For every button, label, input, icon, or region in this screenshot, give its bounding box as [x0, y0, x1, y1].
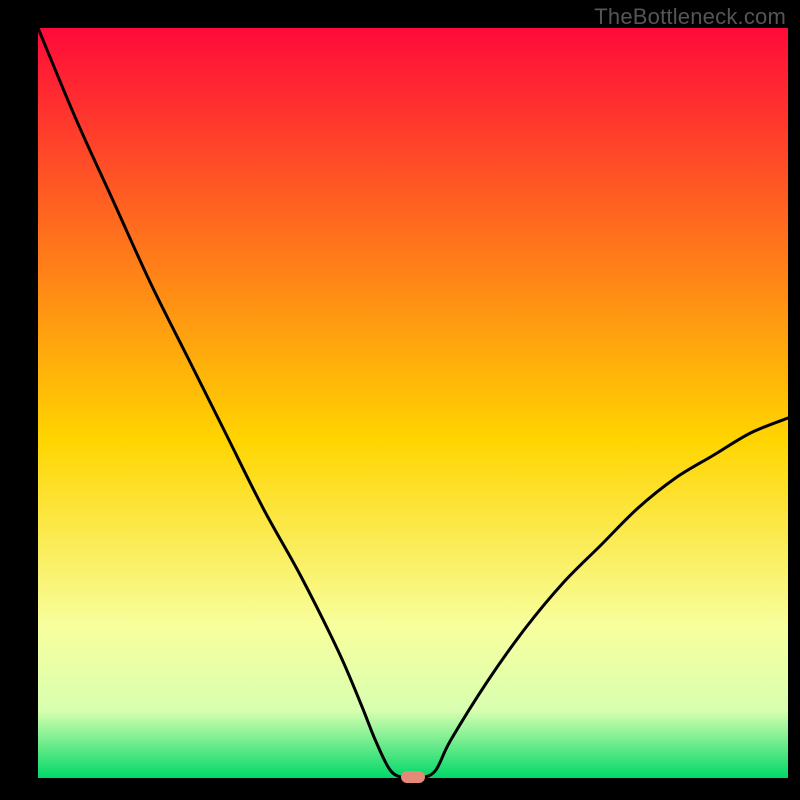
gradient-background [38, 28, 788, 778]
chart-frame: TheBottleneck.com [0, 0, 800, 800]
bottleneck-chart [0, 0, 800, 800]
watermark-text: TheBottleneck.com [594, 4, 786, 30]
optimal-point-marker [401, 771, 425, 783]
